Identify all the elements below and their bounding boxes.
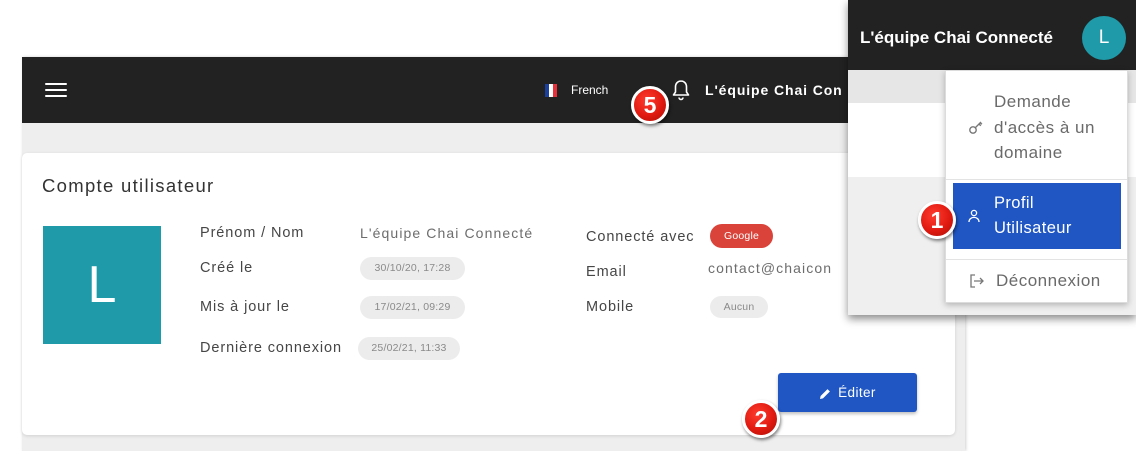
field-label-last-login: Dernière connexion [200, 340, 342, 356]
user-account-card: Compte utilisateur L Prénom / Nom Créé l… [22, 153, 955, 435]
field-label-created: Créé le [200, 260, 254, 276]
header-user-name[interactable]: L'équipe Chai Connecté [860, 28, 1053, 48]
menu-item-user-profile-label: Profil Utilisateur [994, 194, 1072, 237]
zoom-header-bar: L'équipe Chai Connecté L [848, 0, 1136, 70]
french-flag-icon[interactable] [545, 84, 557, 97]
user-dropdown-menu: Demande d'accès à un domaine Profil Util… [945, 70, 1128, 303]
tutorial-screenshot: French L'équipe Chai Con Compte utilisat… [0, 0, 1136, 451]
edit-button-label: Éditer [838, 384, 876, 400]
field-value-name: L'équipe Chai Connecté [360, 225, 534, 241]
menu-divider [946, 259, 1127, 260]
user-icon [968, 209, 980, 223]
pencil-icon [819, 387, 831, 399]
key-icon [968, 119, 984, 135]
user-menu-toggle[interactable]: L'équipe Chai Con [705, 81, 843, 99]
step-badge-5: 5 [631, 86, 669, 124]
header-avatar[interactable]: L [1082, 16, 1126, 60]
menu-divider [946, 179, 1127, 180]
hamburger-line [45, 89, 67, 91]
field-value-created: 30/10/20, 17:28 [360, 257, 465, 280]
field-label-updated: Mis à jour le [200, 299, 290, 315]
app-window: French L'équipe Chai Con Compte utilisat… [22, 57, 965, 451]
field-label-email: Email [586, 264, 627, 280]
menu-item-logout[interactable]: Déconnexion [996, 271, 1101, 291]
hamburger-line [45, 83, 67, 85]
hamburger-line [45, 95, 67, 97]
field-value-mobile: Aucun [710, 296, 768, 318]
language-selector[interactable]: French [571, 82, 608, 98]
field-label-connected-with: Connecté avec [586, 229, 695, 245]
header-avatar-letter: L [1098, 27, 1110, 48]
user-menu-zoom-panel: L'équipe Chai Connecté L Demande d'accès… [848, 0, 1136, 315]
hamburger-menu-icon[interactable] [45, 83, 67, 98]
field-value-updated: 17/02/21, 09:29 [360, 296, 465, 319]
top-bar: French L'équipe Chai Con [22, 57, 965, 123]
step-badge-2: 2 [742, 400, 780, 438]
user-avatar: L [43, 226, 161, 344]
field-value-last-login: 25/02/21, 11:33 [358, 337, 460, 360]
menu-item-domain-access-request[interactable]: Demande d'accès à un domaine [994, 89, 1114, 166]
step-badge-1: 1 [918, 201, 956, 239]
edit-button[interactable]: Éditer [778, 373, 917, 412]
provider-badge-google: Google [710, 224, 773, 248]
card-title: Compte utilisateur [42, 175, 215, 196]
menu-item-user-profile[interactable]: Profil Utilisateur [953, 183, 1121, 249]
avatar-letter: L [87, 256, 117, 314]
field-label-mobile: Mobile [586, 299, 635, 315]
field-label-name: Prénom / Nom [200, 225, 305, 241]
field-value-email: contact@chaicon [708, 260, 833, 276]
bell-icon[interactable] [672, 79, 690, 101]
logout-icon [969, 274, 984, 288]
